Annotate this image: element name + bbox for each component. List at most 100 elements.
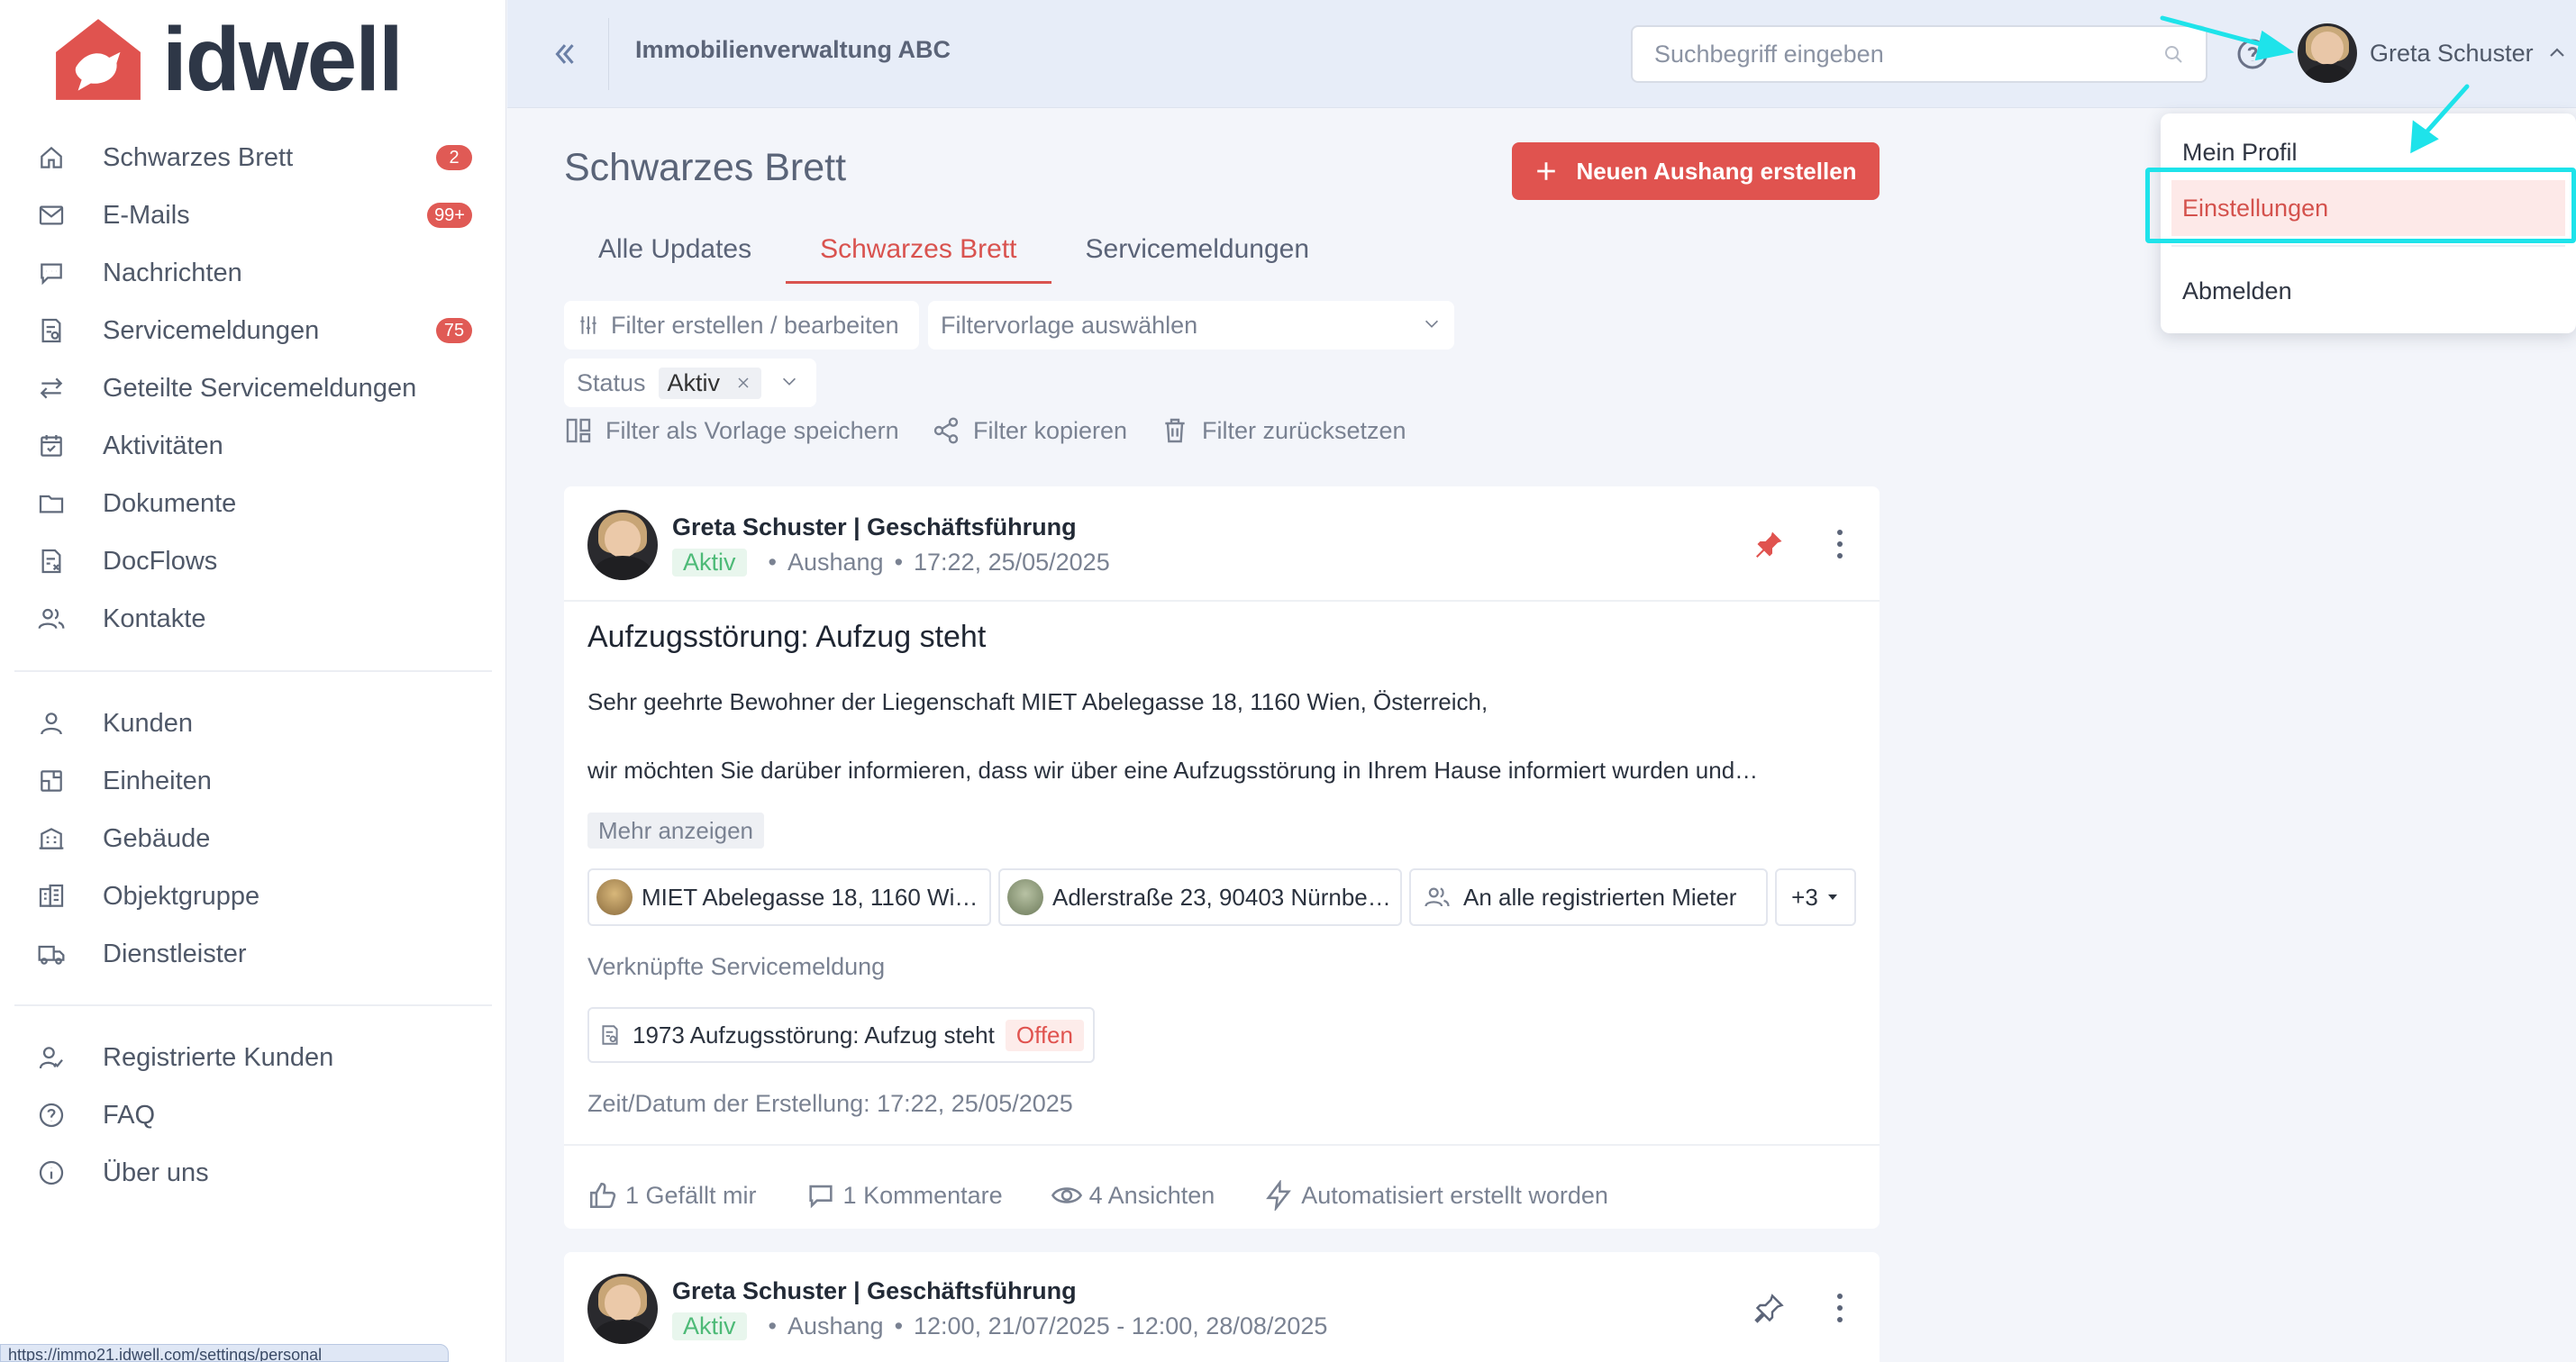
sidebar-item-kunden[interactable]: Kunden [0, 695, 506, 752]
sidebar-item-label: Über uns [103, 1158, 209, 1187]
chevron-down-icon[interactable] [779, 369, 799, 397]
edit-filter-button[interactable]: Filter erstellen / bearbeiten [564, 301, 919, 350]
more-recipients-button[interactable]: +3 [1775, 868, 1856, 926]
post-author[interactable]: Greta Schuster | Geschäftsführung [672, 513, 1110, 541]
comment-icon [808, 1185, 833, 1209]
sidebar-item-schwarzes-brett[interactable]: Schwarzes Brett 2 [0, 129, 506, 186]
avatar [2298, 23, 2357, 83]
sidebar-item-e-mails[interactable]: E-Mails 99+ [0, 186, 506, 244]
card-footer: 1 Gefällt mir 1 Kommentare 4 Ansichten A… [587, 1180, 1657, 1211]
status-filter-value: Aktiv [667, 368, 721, 396]
copy-filter-button[interactable]: Filter kopieren [932, 416, 1127, 445]
status-filter[interactable]: Status Aktiv [564, 359, 816, 407]
home-icon [36, 142, 67, 173]
tab-alle-updates[interactable]: Alle Updates [564, 225, 786, 284]
search-input[interactable] [1654, 40, 2162, 68]
sidebar-item-faq[interactable]: FAQ [0, 1086, 506, 1144]
like-button[interactable]: 1 Gefällt mir [587, 1180, 757, 1211]
building-icon [36, 823, 67, 854]
sidebar-item-dokumente[interactable]: Dokumente [0, 475, 506, 532]
separator-dot: • [894, 549, 904, 576]
avatar[interactable] [587, 510, 658, 580]
filter-template-value: Filtervorlage auswählen [941, 311, 1198, 339]
sidebar-item-label: Servicemeldungen [103, 315, 320, 345]
linked-ticket-title: 1973 Aufzugsstörung: Aufzug steht [633, 1021, 995, 1049]
recipient-label: An alle registrierten Mieter [1463, 883, 1737, 911]
sidebar-item-docflows[interactable]: DocFlows [0, 532, 506, 590]
search-icon[interactable] [2162, 43, 2184, 65]
sidebar-item-kontakte[interactable]: Kontakte [0, 590, 506, 648]
brand-logo[interactable]: idwell [52, 14, 404, 104]
close-icon[interactable] [734, 374, 752, 392]
sidebar-item-nachrichten[interactable]: Nachrichten [0, 244, 506, 302]
pin-icon[interactable] [1753, 1292, 1786, 1324]
recipient-chip[interactable]: Adlerstraße 23, 90403 Nürnbe… [998, 868, 1402, 926]
pin-icon[interactable] [1753, 528, 1786, 560]
post-author[interactable]: Greta Schuster | Geschäftsführung [672, 1277, 1327, 1305]
reset-filter-button[interactable]: Filter zurücksetzen [1161, 416, 1406, 445]
count-badge: 75 [436, 318, 472, 343]
organization-title: Immobilienverwaltung ABC [635, 36, 951, 63]
sidebar-item-dienstleister[interactable]: Dienstleister [0, 925, 506, 983]
user-menu-toggle[interactable]: Greta Schuster [2298, 23, 2568, 83]
tab-servicemeldungen[interactable]: Servicemeldungen [1051, 225, 1343, 284]
recipient-chip[interactable]: MIET Abelegasse 18, 1160 Wi… [587, 868, 991, 926]
status-bar-url: https://immo21.idwell.com/settings/perso… [0, 1344, 449, 1362]
menu-item-mein-profil[interactable]: Mein Profil [2161, 124, 2576, 180]
status-filter-chip: Aktiv [658, 367, 762, 399]
create-notice-button[interactable]: Neuen Aushang erstellen [1512, 142, 1880, 200]
topbar-divider [608, 18, 609, 90]
contacts-icon [36, 604, 67, 634]
filter-template-select[interactable]: Filtervorlage auswählen [928, 301, 1454, 350]
more-options-icon[interactable] [1831, 1290, 1849, 1326]
save-filter-template-button[interactable]: Filter als Vorlage speichern [564, 416, 899, 445]
search-box[interactable] [1631, 25, 2207, 83]
more-options-icon[interactable] [1831, 526, 1849, 562]
avatar[interactable] [587, 1274, 658, 1344]
save-filter-template-label: Filter als Vorlage speichern [605, 416, 899, 444]
question-icon [36, 1100, 67, 1130]
post-meta: Aktiv • Aushang • 17:22, 25/05/2025 [672, 549, 1110, 577]
more-recipients-count: +3 [1791, 883, 1818, 911]
menu-item-abmelden[interactable]: Abmelden [2161, 263, 2576, 319]
card-divider [564, 600, 1880, 602]
sidebar-item-geteilte-servicemeldungen[interactable]: Geteilte Servicemeldungen [0, 359, 506, 417]
views-button[interactable]: 4 Ansichten [1051, 1180, 1215, 1211]
comment-count: 1 Kommentare [842, 1181, 1003, 1209]
sidebar-item-aktivitaeten[interactable]: Aktivitäten [0, 417, 506, 475]
service-ticket-icon [602, 1025, 618, 1045]
view-count: 4 Ansichten [1088, 1181, 1215, 1209]
sidebar-item-registrierte-kunden[interactable]: Registrierte Kunden [0, 1029, 506, 1086]
recipient-chip[interactable]: An alle registrierten Mieter [1409, 868, 1768, 926]
sidebar-item-gebaeude[interactable]: Gebäude [0, 810, 506, 867]
sidebar-item-objektgruppe[interactable]: Objektgruppe [0, 867, 506, 925]
collapse-sidebar-button[interactable] [543, 32, 587, 76]
count-badge: 99+ [427, 203, 472, 228]
menu-item-einstellungen[interactable]: Einstellungen [2171, 180, 2565, 236]
object-group-icon [36, 881, 67, 912]
tab-schwarzes-brett[interactable]: Schwarzes Brett [786, 225, 1051, 284]
eye-icon [1051, 1187, 1082, 1203]
post-title: Aufzugsstörung: Aufzug steht [587, 620, 987, 654]
folder-icon [36, 488, 67, 519]
share-icon [933, 417, 959, 444]
users-icon [1425, 887, 1450, 907]
user-icon [36, 708, 67, 739]
help-icon[interactable] [2236, 38, 2269, 70]
copy-filter-label: Filter kopieren [973, 416, 1128, 444]
sidebar-item-label: Dokumente [103, 488, 237, 518]
automation-info: Automatisiert erstellt worden [1263, 1180, 1608, 1211]
post-type: Aushang [787, 1312, 884, 1339]
docflow-icon [36, 546, 67, 577]
comments-button[interactable]: 1 Kommentare [806, 1180, 1003, 1211]
sidebar-item-servicemeldungen[interactable]: Servicemeldungen 75 [0, 302, 506, 359]
building-thumbnail [596, 879, 633, 915]
separator-dot: • [894, 1312, 904, 1339]
card-header: Greta Schuster | Geschäftsführung Aktiv … [587, 510, 1110, 580]
linked-ticket-chip[interactable]: 1973 Aufzugsstörung: Aufzug steht Offen [587, 1007, 1095, 1063]
post-timestamp: 12:00, 21/07/2025 - 12:00, 28/08/2025 [914, 1312, 1328, 1339]
show-more-button[interactable]: Mehr anzeigen [587, 813, 764, 849]
automation-label: Automatisiert erstellt worden [1301, 1181, 1608, 1209]
sidebar-item-einheiten[interactable]: Einheiten [0, 752, 506, 810]
sidebar-item-ueber-uns[interactable]: Über uns [0, 1144, 506, 1202]
